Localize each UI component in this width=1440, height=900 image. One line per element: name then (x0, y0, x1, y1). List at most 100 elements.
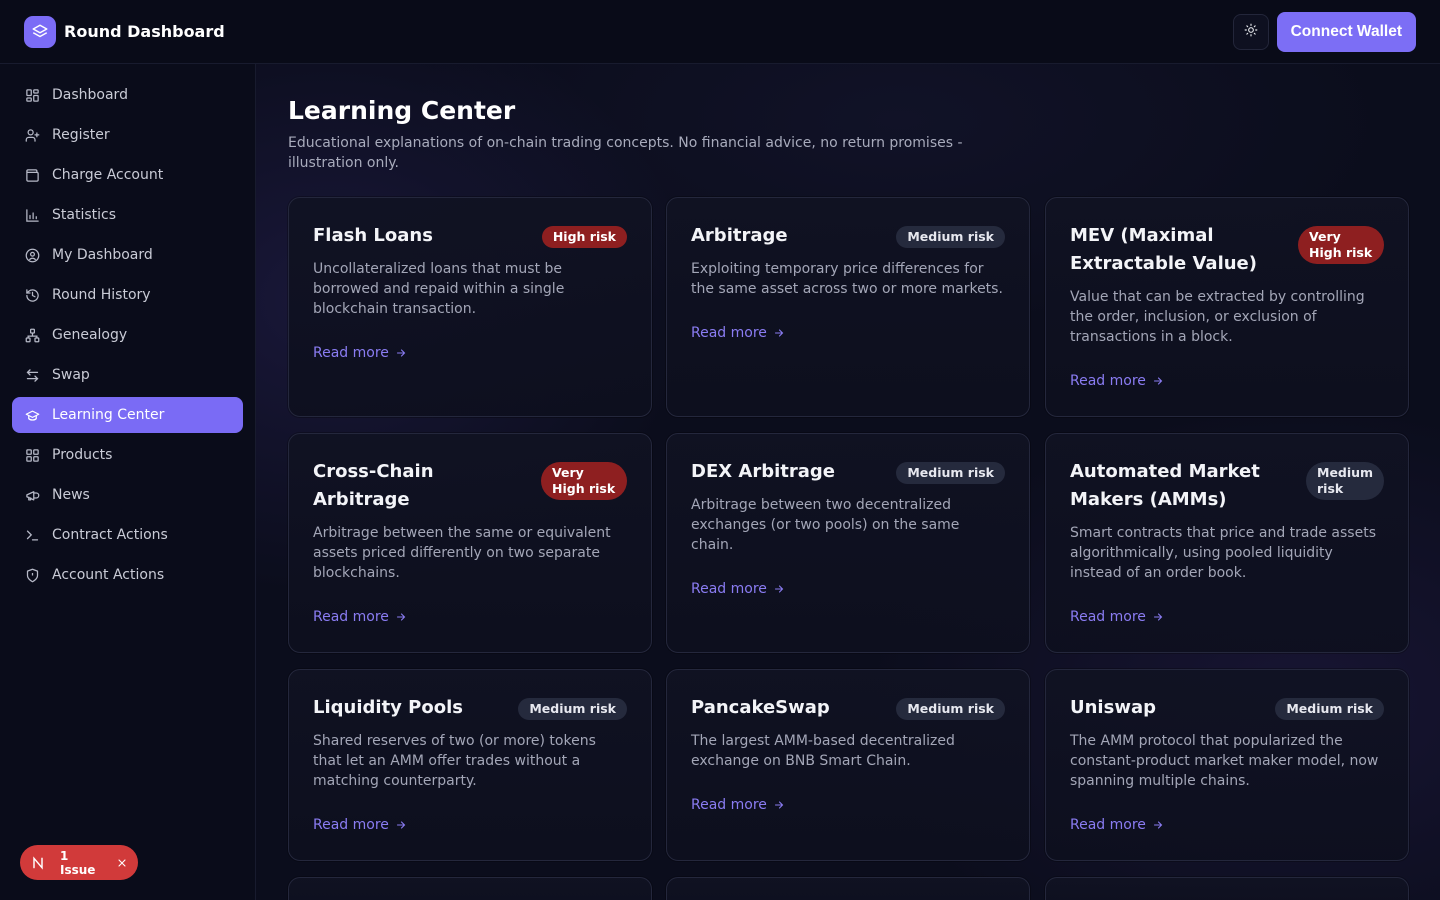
user-circle-icon (24, 247, 40, 263)
card-title: MEV (Maximal Extractable Value) (1070, 225, 1257, 274)
card-title: PancakeSwap (691, 697, 830, 718)
connect-wallet-button[interactable]: Connect Wallet (1276, 11, 1416, 52)
sidebar-item-label: Contract Actions (52, 527, 168, 543)
risk-badge: Medium risk (896, 226, 1005, 248)
learning-card[interactable]: Cross-Chain Arbitrage Very High risk Arbit… (288, 433, 652, 653)
risk-badge: Medium risk (518, 698, 627, 720)
sidebar-item-genealogy[interactable]: Genealogy (12, 317, 243, 353)
sidebar-item-dashboard[interactable]: Dashboard (12, 77, 243, 113)
arrow-right-icon (1152, 819, 1164, 831)
card-description: Uncollateralized loans that must be borr… (313, 261, 565, 317)
arrow-right-icon (773, 799, 785, 811)
sidebar: Dashboard Register Charge Account Statis… (0, 64, 256, 900)
shield-icon (24, 567, 40, 583)
arrow-right-icon (773, 583, 785, 595)
read-more-link[interactable]: Read more (1070, 817, 1164, 833)
sidebar-item-learning-center[interactable]: Learning Center (12, 397, 243, 433)
risk-badge: Very High risk (541, 462, 627, 500)
issues-badge[interactable]: 1 Issue (20, 845, 138, 880)
card-title: Cross-Chain Arbitrage (313, 461, 434, 510)
learning-card[interactable] (288, 877, 652, 900)
theme-toggle-button[interactable] (1232, 13, 1269, 50)
sidebar-item-account-actions[interactable]: Account Actions (12, 557, 243, 593)
card-title: Liquidity Pools (313, 697, 463, 718)
read-more-link[interactable]: Read more (691, 325, 785, 341)
network-icon (24, 327, 40, 343)
learning-card[interactable]: DEX Arbitrage Medium risk Arbitrage betwee… (666, 433, 1030, 653)
user-plus-icon (24, 127, 40, 143)
grid-icon (24, 447, 40, 463)
sidebar-item-register[interactable]: Register (12, 117, 243, 153)
learning-card[interactable] (1045, 877, 1409, 900)
learning-card[interactable]: Liquidity Pools Medium risk Shared reserve… (288, 669, 652, 861)
card-description: Exploiting temporary price differences f… (691, 261, 1003, 297)
sidebar-item-label: News (52, 487, 90, 503)
card-description: Arbitrage between the same or equivalent… (313, 525, 611, 581)
read-more-label: Read more (691, 325, 767, 341)
card-description: Value that can be extracted by controlli… (1070, 289, 1365, 345)
read-more-link[interactable]: Read more (1070, 373, 1164, 389)
brand-title: Round Dashboard (64, 22, 225, 41)
arrow-right-icon (773, 327, 785, 339)
issues-label: 1 Issue (60, 848, 96, 877)
sidebar-item-statistics[interactable]: Statistics (12, 197, 243, 233)
megaphone-icon (24, 487, 40, 503)
sidebar-item-label: Statistics (52, 207, 116, 223)
sidebar-item-round-history[interactable]: Round History (12, 277, 243, 313)
arrow-right-icon (395, 347, 407, 359)
read-more-label: Read more (1070, 373, 1146, 389)
sidebar-item-swap[interactable]: Swap (12, 357, 243, 393)
learning-card[interactable]: PancakeSwap Medium risk The largest AMM-ba… (666, 669, 1030, 861)
learning-card[interactable] (666, 877, 1030, 900)
read-more-link[interactable]: Read more (313, 817, 407, 833)
sidebar-item-label: My Dashboard (52, 247, 153, 263)
read-more-link[interactable]: Read more (691, 581, 785, 597)
read-more-label: Read more (313, 609, 389, 625)
sidebar-item-label: Register (52, 127, 110, 143)
card-title: Uniswap (1070, 697, 1156, 718)
card-description: Smart contracts that price and trade ass… (1070, 525, 1376, 581)
learning-card[interactable]: MEV (Maximal Extractable Value) Very High… (1045, 197, 1409, 417)
sun-icon (1244, 23, 1258, 40)
page-subtitle: Educational explanations of on-chain tra… (288, 135, 963, 171)
sidebar-item-news[interactable]: News (12, 477, 243, 513)
next-logo-icon (30, 855, 46, 871)
sidebar-item-my-dashboard[interactable]: My Dashboard (12, 237, 243, 273)
history-icon (24, 287, 40, 303)
terminal-icon (24, 527, 40, 543)
arrow-right-icon (395, 611, 407, 623)
card-description: Arbitrage between two decentralized exch… (691, 497, 960, 553)
sidebar-item-products[interactable]: Products (12, 437, 243, 473)
top-bar: Round Dashboard Connect Wallet (0, 0, 1440, 64)
risk-badge: High risk (541, 226, 627, 248)
card-description: The AMM protocol that popularized the co… (1070, 733, 1379, 789)
read-more-link[interactable]: Read more (313, 345, 407, 361)
read-more-link[interactable]: Read more (691, 797, 785, 813)
sidebar-item-label: Learning Center (52, 407, 165, 423)
sidebar-item-contract-actions[interactable]: Contract Actions (12, 517, 243, 553)
read-more-label: Read more (1070, 609, 1146, 625)
close-icon[interactable] (116, 857, 128, 869)
read-more-link[interactable]: Read more (1070, 609, 1164, 625)
sidebar-item-charge-account[interactable]: Charge Account (12, 157, 243, 193)
risk-badge: Very High risk (1298, 226, 1384, 264)
read-more-link[interactable]: Read more (313, 609, 407, 625)
read-more-label: Read more (313, 345, 389, 361)
learning-card[interactable]: Uniswap Medium risk The AMM protocol that … (1045, 669, 1409, 861)
card-title: Arbitrage (691, 225, 788, 246)
card-description: The largest AMM-based decentralized exch… (691, 733, 955, 769)
arrow-right-icon (1152, 375, 1164, 387)
card-description: Shared reserves of two (or more) tokens … (313, 733, 596, 789)
read-more-label: Read more (691, 797, 767, 813)
risk-badge: Medium risk (1275, 698, 1384, 720)
swap-icon (24, 367, 40, 383)
brand[interactable]: Round Dashboard (24, 15, 225, 48)
card-title: Flash Loans (313, 225, 433, 246)
sidebar-item-label: Swap (52, 367, 90, 383)
learning-card[interactable]: Arbitrage Medium risk Exploiting temporary… (666, 197, 1030, 417)
sidebar-item-label: Dashboard (52, 87, 128, 103)
learning-card[interactable]: Flash Loans High risk Uncollateralized loa… (288, 197, 652, 417)
card-title: DEX Arbitrage (691, 461, 835, 482)
learning-card[interactable]: Automated Market Makers (AMMs) Medium ris… (1045, 433, 1409, 653)
risk-badge: Medium risk (896, 698, 1005, 720)
